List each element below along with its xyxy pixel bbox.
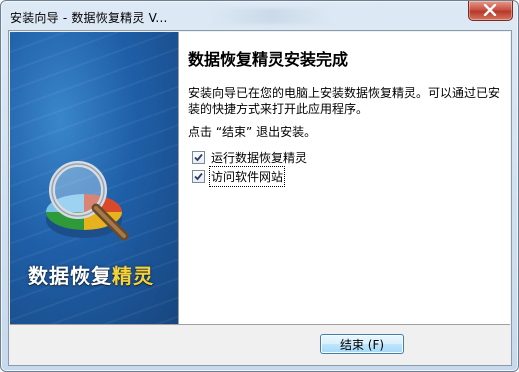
close-icon [483, 4, 497, 16]
exit-prompt-text: 点击 “结束” 退出安装。 [188, 125, 317, 139]
title-bar-reflection [211, 8, 331, 24]
window-title: 安装向导 - 数据恢复精灵 V... [10, 11, 168, 25]
banner-brand-text: 数据恢复精灵 [28, 264, 154, 288]
checkmark-icon [194, 172, 203, 180]
wizard-banner: 数据恢复精灵 [10, 32, 178, 324]
visit-website-label[interactable]: 访问软件网站 [208, 165, 286, 187]
visit-website-checkbox-row[interactable]: 访问软件网站 [192, 165, 286, 187]
wizard-client-area: 数据恢复精灵 数据恢复精灵安装完成 安装向导已在您的电脑上安装数据恢复精灵。可以… [8, 30, 512, 366]
checkmark-icon [194, 153, 203, 161]
magnifier-pie-chart-icon [46, 161, 129, 241]
page-title: 数据恢复精灵安装完成 [188, 50, 349, 69]
close-button[interactable] [468, 1, 513, 21]
run-app-checkbox-row[interactable]: 运行数据恢复精灵 [192, 148, 307, 166]
run-app-checkbox[interactable] [192, 150, 205, 164]
description-text: 安装向导已在您的电脑上安装数据恢复精灵。可以通过已安装的快捷方式来打开此应用程序… [188, 86, 501, 116]
visit-website-checkbox[interactable] [192, 169, 205, 183]
title-bar[interactable]: 安装向导 - 数据恢复精灵 V... [1, 1, 518, 31]
run-app-label[interactable]: 运行数据恢复精灵 [211, 149, 307, 166]
banner-divider [178, 32, 179, 324]
installer-window: 安装向导 - 数据恢复精灵 V... 数据恢复精灵 数据恢复精灵安装完成 安装向… [0, 0, 519, 372]
footer-divider [10, 324, 510, 325]
finish-button[interactable]: 结束 (F) [320, 334, 404, 354]
wizard-content-panel: 数据恢复精灵 数据恢复精灵安装完成 安装向导已在您的电脑上安装数据恢复精灵。可以… [10, 32, 510, 324]
